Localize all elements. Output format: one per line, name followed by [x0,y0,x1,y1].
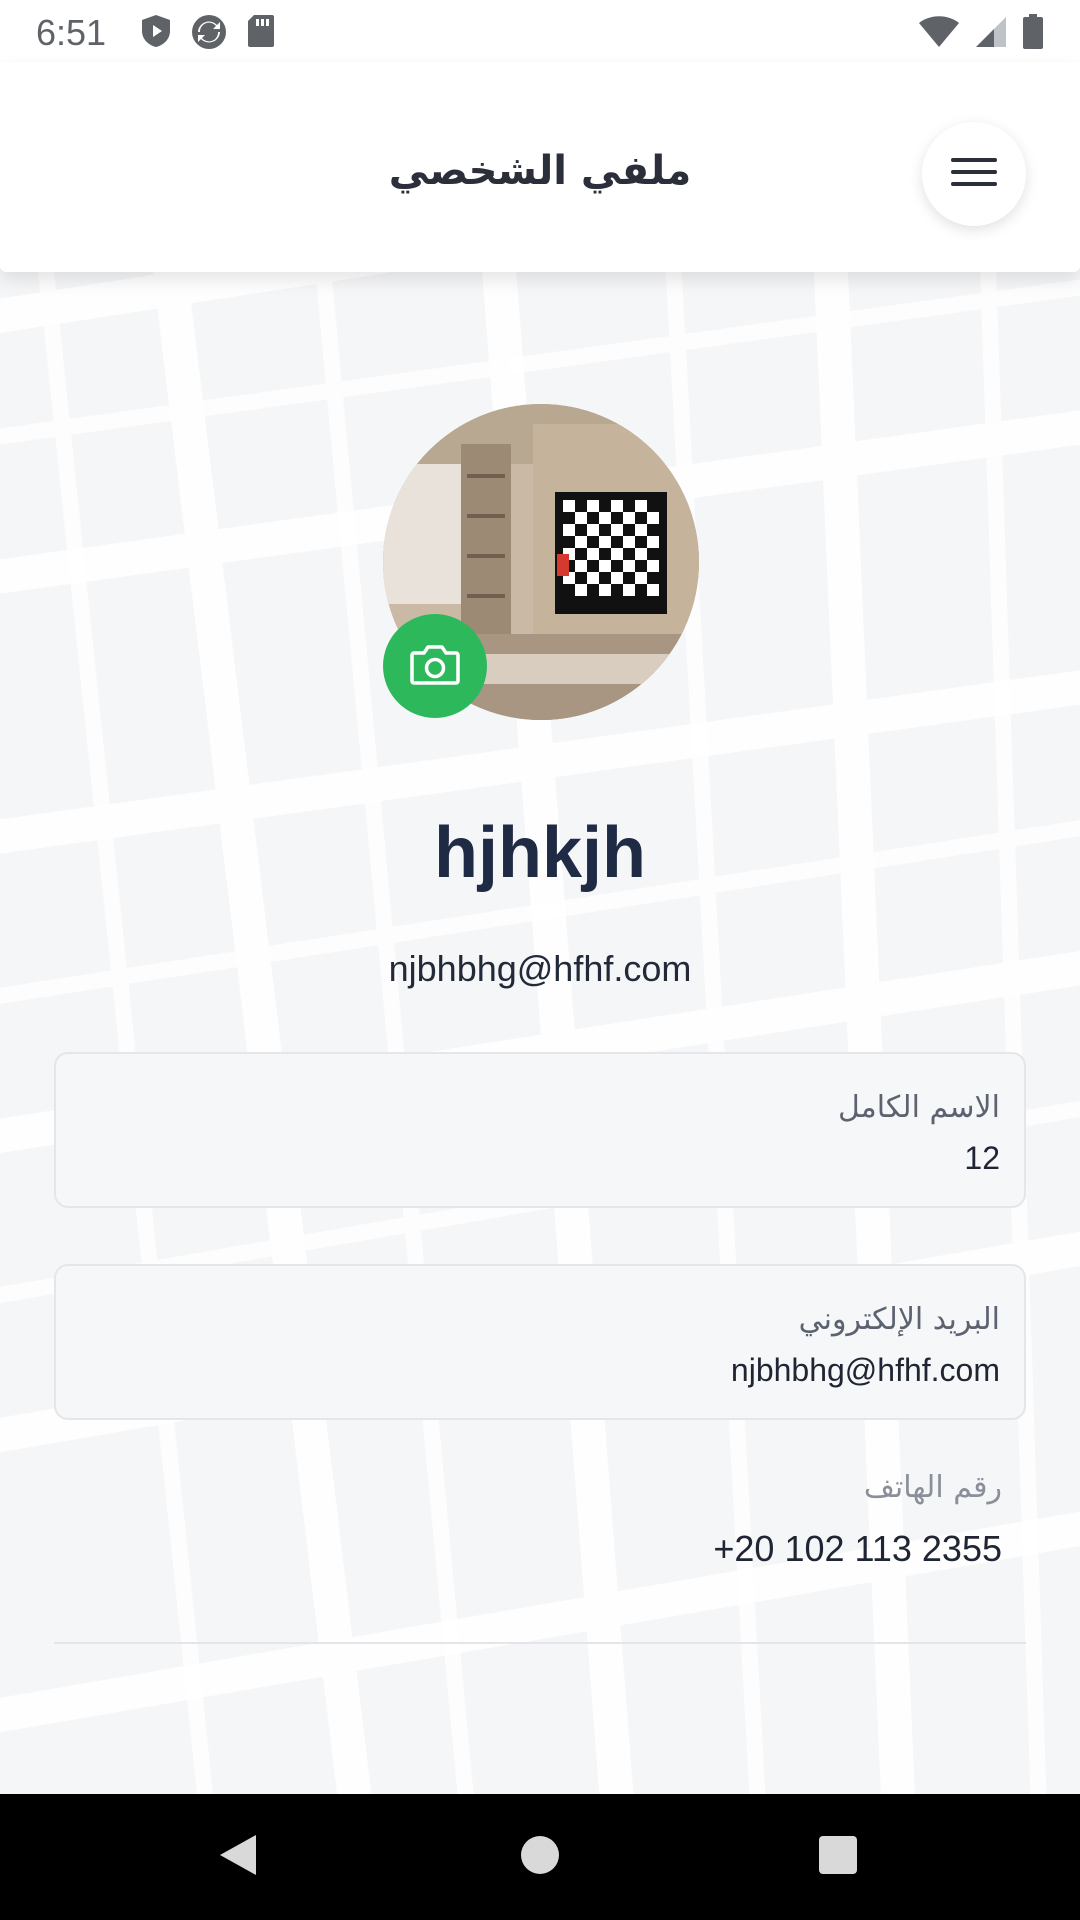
avatar-container [383,404,699,720]
recents-square-icon [818,1835,858,1879]
status-time: 6:51 [36,12,107,53]
back-triangle-icon [218,1833,258,1881]
system-nav-bar [0,1794,1080,1920]
page-title: ملفي الشخصي [388,148,692,194]
full-name-label: الاسم الكامل [837,1090,1000,1125]
profile-name: hjhkjh [434,813,646,893]
phone-field[interactable]: رقم الهاتف +20 102 113 2355 [54,1470,1026,1590]
menu-button[interactable] [922,122,1026,226]
change-photo-button[interactable] [383,614,487,718]
email-value: njbhbhg@hfhf.com [730,1352,1000,1388]
camera-icon [410,643,460,689]
email-field[interactable]: البريد الإلكتروني njbhbhg@hfhf.com [54,1264,1026,1420]
full-name-value: 12 [964,1140,1000,1176]
nav-back-button[interactable] [178,1794,298,1920]
wifi-icon [918,16,960,52]
phone-label: رقم الهاتف [863,1470,1002,1505]
sync-icon [190,13,228,55]
sd-card-icon [246,13,276,55]
status-bar: 6:51 [0,0,1080,62]
status-icons-right [918,14,1044,54]
home-circle-icon [520,1835,560,1879]
phone-value: +20 102 113 2355 [713,1528,1002,1569]
nav-home-button[interactable] [480,1794,600,1920]
shield-play-icon [140,13,172,55]
nav-recents-button[interactable] [778,1794,898,1920]
divider [54,1642,1026,1644]
cell-signal-icon [974,15,1008,53]
status-icons-left [140,13,276,55]
hamburger-menu-icon [951,156,997,192]
app-header: ملفي الشخصي [0,62,1080,272]
email-label: البريد الإلكتروني [798,1302,1000,1337]
battery-icon [1022,14,1044,54]
full-name-field[interactable]: الاسم الكامل 12 [54,1052,1026,1208]
profile-email: njbhbhg@hfhf.com [388,948,692,989]
